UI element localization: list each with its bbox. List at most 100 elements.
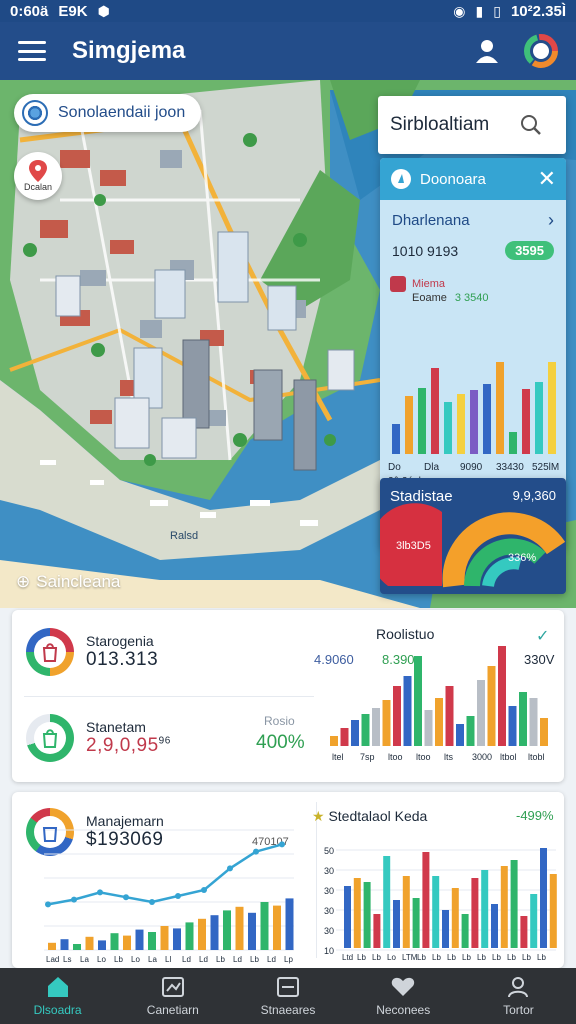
user-icon[interactable] <box>470 34 504 68</box>
card2-line-point <box>45 901 51 908</box>
info-panel-header: Doonoara ✕ <box>380 158 566 200</box>
pin-icon <box>29 160 47 182</box>
location-chip[interactable]: Sonolaendaii joon <box>14 94 202 132</box>
card1-bar <box>351 720 359 746</box>
card1-bar <box>372 708 380 746</box>
card2-bar <box>273 905 281 950</box>
info-axis-label: 525lM <box>532 462 559 473</box>
info-bar <box>509 432 517 454</box>
card1-bar <box>456 724 464 746</box>
card1-bar <box>382 700 391 746</box>
location-icon <box>22 100 48 126</box>
android-icon: ⬢ <box>97 2 110 19</box>
nav-item-home[interactable]: Dlsoadra <box>0 968 115 1024</box>
map-search-box[interactable] <box>378 96 566 154</box>
status-left-text-2: E9K <box>58 2 88 20</box>
nav-label: Stnaeares <box>260 1003 316 1017</box>
info-row[interactable]: Dharlenana › <box>380 200 566 231</box>
card1-bar <box>540 718 548 746</box>
card2-x-label: La <box>80 955 89 964</box>
chart-icon <box>161 977 184 997</box>
card2-bar-x-label: Lb <box>447 953 456 962</box>
card2-line-point <box>253 848 259 855</box>
info-bar <box>522 389 530 454</box>
nav-item-profile[interactable]: Tortor <box>461 968 576 1024</box>
bag-icon <box>42 827 58 842</box>
menu-icon[interactable] <box>18 41 46 61</box>
card2-y-tick: 30 <box>324 866 334 876</box>
card2-vbar <box>530 894 538 948</box>
card2-bar-x-label: Lb <box>537 953 546 962</box>
card2-bar <box>85 936 94 950</box>
card2-bar <box>210 915 219 950</box>
nav-item-chart[interactable]: Canetiarn <box>115 968 230 1024</box>
card2-y-tick: 30 <box>324 926 334 936</box>
card2-vbar <box>383 856 391 948</box>
battery-icon: ▯ <box>493 2 501 19</box>
nav-item-favorites[interactable]: Neconees <box>346 968 461 1024</box>
card2-line-point <box>279 841 285 848</box>
close-icon[interactable]: ✕ <box>538 166 556 192</box>
info-logo-icon <box>391 169 411 189</box>
card1-bar <box>529 698 538 746</box>
map-pin-chip[interactable]: Dcalan <box>14 152 62 200</box>
metric-a-value: 013.313 <box>86 649 159 670</box>
nav-item-cards[interactable]: Stnaeares <box>230 968 345 1024</box>
info-bar <box>470 390 478 454</box>
card2-y-tick: 10 <box>324 946 334 956</box>
card2-vbar <box>422 852 430 948</box>
card2-bar <box>260 902 269 950</box>
analytics-card[interactable]: Manajemarn $193069 470107 Lad Ls La Lo Lb Lo L… <box>12 792 564 968</box>
card2-bar-x-label: LTM <box>402 953 418 962</box>
card2-vbar <box>461 914 469 948</box>
card2-vbar <box>540 848 547 948</box>
card2-vbar <box>344 886 351 948</box>
metrics-card[interactable]: Starogenia 013.313 Stanetam 2,9,0,9596 R… <box>12 610 564 782</box>
ring-chart-icon <box>26 628 74 676</box>
stats-card[interactable]: Stadistae 9,9,360 3lb3D5 336% <box>380 478 566 594</box>
metric-b[interactable]: Stanetam 2,9,0,9596 <box>26 714 171 762</box>
info-bar <box>457 394 465 454</box>
card2-y-tick: 30 <box>324 906 334 916</box>
boats-label: Ralsd <box>170 530 199 542</box>
card2-bar-x-label: Lo <box>387 953 396 962</box>
card2-bar-x-label: Lb <box>507 953 516 962</box>
card2-x-label: La <box>148 955 157 964</box>
card2-line-point <box>149 899 155 905</box>
map-area-label-text: Saincleana <box>36 572 121 591</box>
crosshair-icon: ⊕ <box>16 572 31 591</box>
card2-line-point <box>175 893 181 899</box>
location-chip-label: Sonolaendaii joon <box>58 104 186 121</box>
status-time: 10²2.35Ì <box>510 2 566 20</box>
card1-bar <box>508 706 517 746</box>
card1-x-label: 3000 <box>472 752 492 762</box>
heart-icon <box>392 977 415 996</box>
nav-label: Dlsoadra <box>33 1003 82 1017</box>
info-row-label: Dharlenana <box>392 212 470 229</box>
card2-vbar <box>353 878 361 948</box>
card2-x-label: Ld <box>233 955 242 964</box>
card1-bar <box>487 666 496 746</box>
status-badge: 3595 <box>505 241 554 260</box>
card2-bar <box>248 912 256 950</box>
metric-a[interactable]: Starogenia 013.313 <box>26 628 158 676</box>
legend-sub-b: 3 3540 <box>454 292 489 304</box>
ring-logo-icon[interactable] <box>524 34 558 68</box>
card1-bar <box>393 686 401 746</box>
search-icon[interactable] <box>520 114 542 136</box>
info-bar <box>496 362 504 454</box>
city-map[interactable]: Sonolaendaii joon Dcalan Doonoara ✕ Dhar… <box>0 80 576 608</box>
map-area-label[interactable]: ⊕ Saincleana <box>16 572 120 592</box>
card2-x-label: Lo <box>131 955 140 964</box>
map-search-input[interactable] <box>390 114 520 136</box>
legend-title: Miema <box>412 278 446 290</box>
nav-label: Canetiarn <box>146 1003 199 1017</box>
card2-line-point <box>201 887 207 893</box>
card2-bar <box>173 928 181 950</box>
card2-bar-x-label: Lb <box>477 953 486 962</box>
card1-bar <box>403 676 412 746</box>
card2-bar <box>160 926 169 950</box>
info-bar <box>418 388 426 454</box>
card2-bar-x-label: Lb <box>492 953 501 962</box>
card2-vbar <box>491 904 498 948</box>
